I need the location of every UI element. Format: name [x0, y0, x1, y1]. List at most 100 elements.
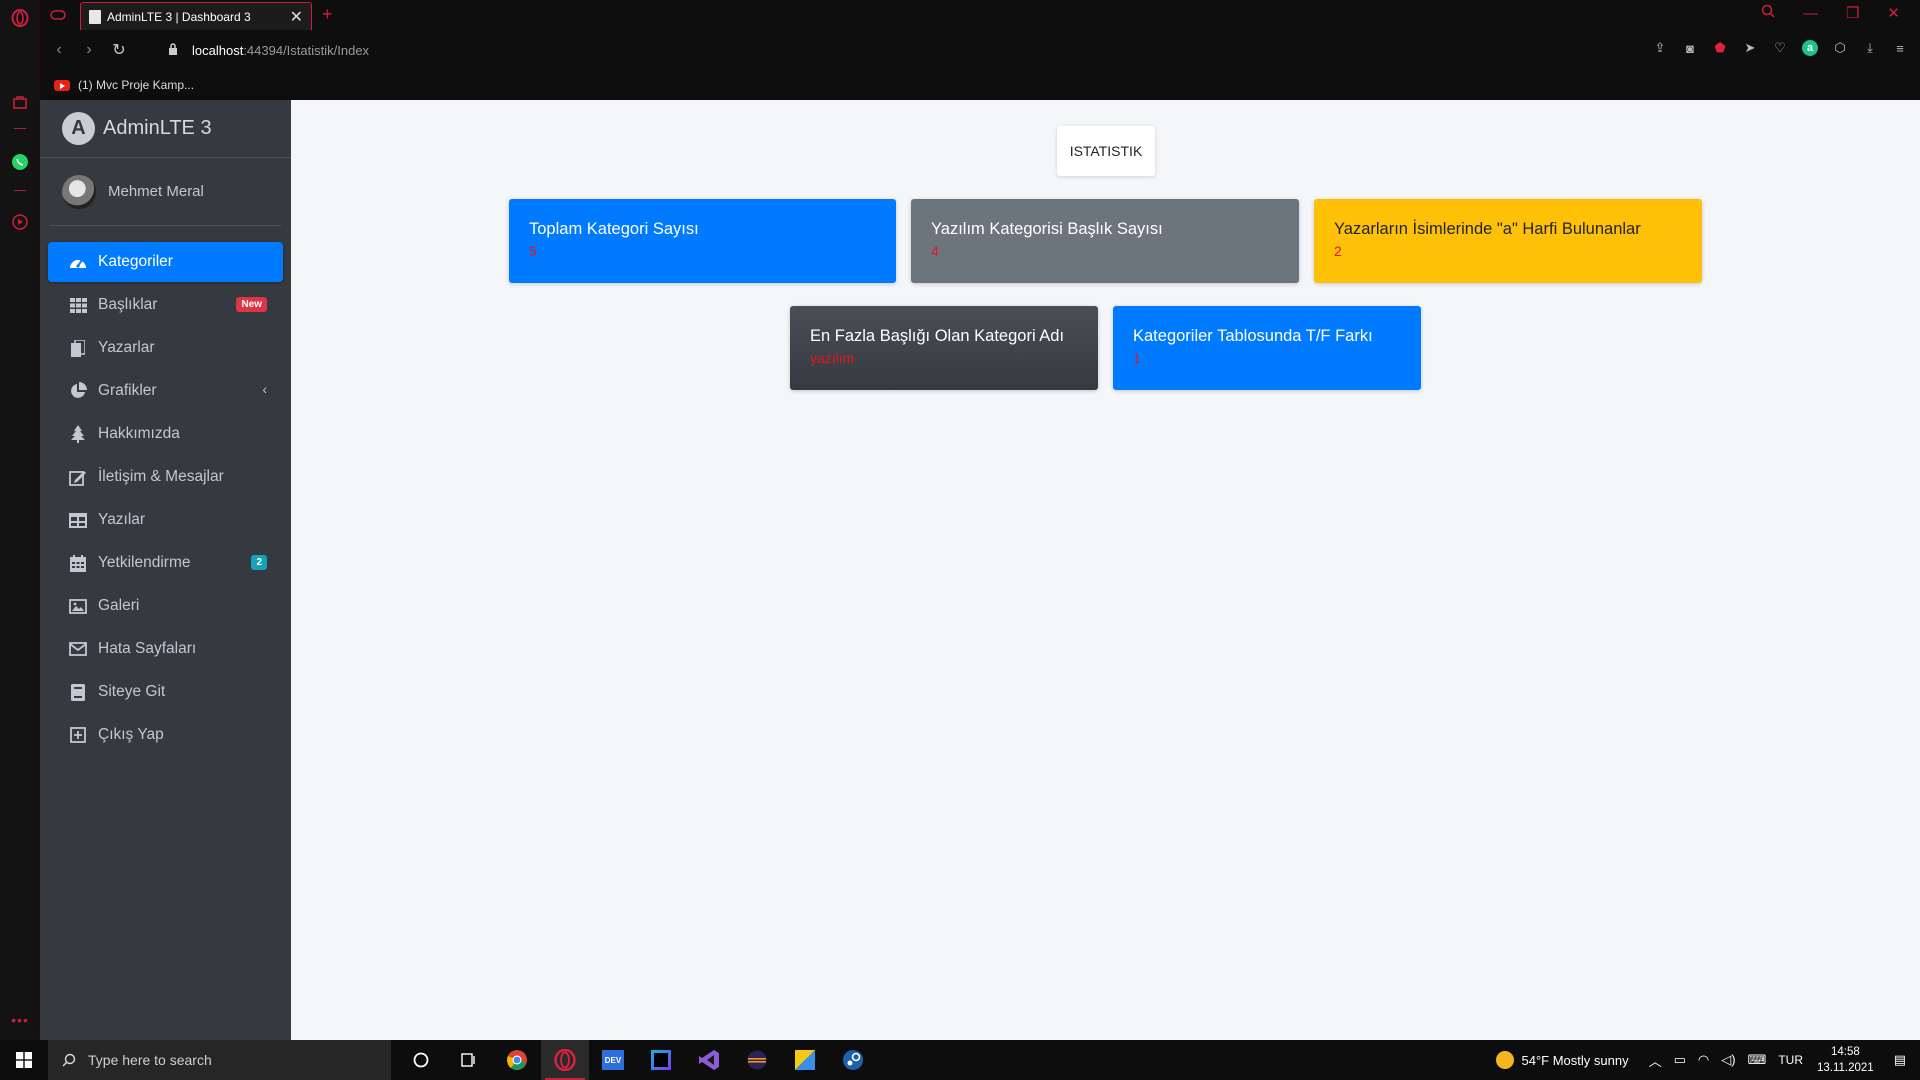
new-tab-button[interactable]: + — [322, 4, 333, 25]
forward-button[interactable]: › — [74, 41, 104, 59]
stat-value: 1 — [1133, 350, 1141, 366]
url-field[interactable]: localhost:44394/Istatistik/Index — [168, 43, 369, 58]
lock-icon — [168, 42, 178, 58]
notifications-icon[interactable]: ▤ — [1894, 1052, 1906, 1068]
gamepad-icon[interactable] — [50, 8, 66, 26]
main-sidebar: A AdminLTE 3 Mehmet Meral Kategoriler Ba… — [40, 100, 291, 1040]
shopping-bag-icon[interactable] — [8, 90, 32, 114]
search-icon — [62, 1053, 76, 1067]
sidebar-item-label: Galeri — [98, 597, 140, 614]
download-icon[interactable]: ⤓ — [1862, 40, 1878, 56]
back-button[interactable]: ‹ — [44, 41, 74, 59]
brand-link[interactable]: A AdminLTE 3 — [40, 100, 291, 158]
eclipse-icon[interactable] — [733, 1040, 781, 1080]
chevron-up-icon[interactable]: ︿ — [1649, 1051, 1662, 1070]
opera-sidebar: ••• — [0, 0, 40, 1040]
sidebar-item-hata-sayfalari[interactable]: Hata Sayfaları — [48, 629, 283, 669]
search-tabs-icon[interactable] — [1761, 4, 1775, 22]
opera-logo-icon[interactable] — [8, 6, 32, 30]
close-tab-icon[interactable]: ✕ — [290, 7, 303, 27]
new-badge: New — [236, 297, 267, 312]
page-favicon-icon — [89, 9, 101, 24]
player-icon[interactable] — [8, 210, 32, 234]
user-panel[interactable]: Mehmet Meral — [50, 158, 281, 226]
opera-taskbar-icon[interactable] — [541, 1040, 589, 1080]
steam-icon[interactable] — [829, 1040, 877, 1080]
close-window-button[interactable]: ✕ — [1887, 4, 1900, 22]
reload-button[interactable]: ↻ — [104, 40, 134, 60]
keyboard-icon[interactable]: ⌨ — [1748, 1052, 1767, 1068]
weather-widget[interactable]: 54°F Mostly sunny — [1495, 1051, 1629, 1069]
sidebar-item-label: Grafikler — [98, 382, 157, 399]
sidebar-item-label: Hata Sayfaları — [98, 640, 197, 657]
url-host: localhost — [192, 42, 244, 58]
restore-button[interactable]: ❐ — [1846, 4, 1859, 22]
sidebar-item-iletisim[interactable]: İletişim & Mesajlar — [48, 457, 283, 497]
sun-icon — [1495, 1051, 1514, 1069]
url-path: :44394/Istatistik/Index — [243, 42, 370, 58]
cube-icon[interactable]: ⬡ — [1832, 40, 1848, 56]
stat-box-kategori-sayisi: Toplam Kategori Sayısı 5 — [509, 199, 896, 283]
sidebar-item-cikis-yap[interactable]: Çıkış Yap — [48, 715, 283, 755]
browser-tab[interactable]: AdminLTE 3 | Dashboard 3 ✕ — [80, 2, 312, 30]
stat-title: Toplam Kategori Sayısı — [529, 220, 699, 238]
battery-icon[interactable]: ▭ — [1674, 1052, 1686, 1068]
stat-box-tf-farki: Kategoriler Tablosunda T/F Farkı 1 — [1113, 306, 1421, 390]
weather-text: 54°F Mostly sunny — [1521, 1052, 1629, 1068]
sidebar-item-yazarlar[interactable]: Yazarlar — [48, 328, 283, 368]
whatsapp-icon[interactable] — [8, 150, 32, 174]
stat-box-en-fazla-baslik: En Fazla Başlığı Olan Kategori Adı yazıl… — [790, 306, 1098, 390]
adminlte-logo-icon: A — [62, 112, 95, 145]
volume-icon[interactable]: ◁) — [1721, 1052, 1735, 1068]
sidebar-item-label: Çıkış Yap — [98, 726, 164, 743]
user-name: Mehmet Meral — [108, 183, 204, 200]
task-view-icon[interactable] — [445, 1040, 493, 1080]
camera-icon[interactable]: ◙ — [1682, 40, 1698, 56]
sidebar-item-kategoriler[interactable]: Kategoriler — [48, 242, 283, 282]
grid-icon — [68, 296, 88, 314]
heart-icon[interactable]: ♡ — [1772, 40, 1788, 56]
youtube-icon — [54, 79, 70, 91]
sidebar-item-label: Yazarlar — [98, 339, 155, 356]
more-icon[interactable]: ••• — [8, 1008, 32, 1032]
minimize-button[interactable]: — — [1803, 5, 1818, 22]
taskbar-search-box[interactable]: Type here to search — [48, 1040, 391, 1080]
language-indicator[interactable]: TUR — [1778, 1053, 1803, 1067]
share-icon[interactable]: ⇪ — [1652, 40, 1668, 56]
tab-bar: AdminLTE 3 | Dashboard 3 ✕ + — ❐ ✕ — [40, 0, 1920, 30]
sidebar-item-siteye-git[interactable]: Siteye Git — [48, 672, 283, 712]
stat-value: 4 — [931, 243, 939, 259]
sidebar-item-basliklar[interactable]: Başlıklar New — [48, 285, 283, 325]
bookmarks-bar: (1) Mvc Proje Kamp... — [40, 70, 1920, 100]
bookmark-item[interactable]: (1) Mvc Proje Kamp... — [78, 78, 194, 92]
sidebar-item-label: Yetkilendirme — [98, 554, 191, 571]
start-button[interactable] — [0, 1040, 48, 1080]
jetbrains-icon[interactable] — [637, 1040, 685, 1080]
menu-icon[interactable]: ≡ — [1892, 40, 1908, 56]
copy-icon — [68, 339, 88, 357]
stat-title: Kategoriler Tablosunda T/F Farkı — [1133, 327, 1373, 345]
sidebar-item-yazilar[interactable]: Yazılar — [48, 500, 283, 540]
wifi-icon[interactable]: ◠ — [1698, 1052, 1709, 1068]
cortana-icon[interactable] — [397, 1040, 445, 1080]
send-icon[interactable]: ➤ — [1742, 40, 1758, 56]
stat-box-yazilim-baslik-sayisi: Yazılım Kategorisi Başlık Sayısı 4 — [911, 199, 1299, 283]
chevron-left-icon[interactable]: ‹ — [262, 381, 267, 397]
adblock-shield-icon[interactable]: ⬟ — [1712, 40, 1728, 56]
chrome-icon[interactable] — [493, 1040, 541, 1080]
clock[interactable]: 14:58 13.11.2021 — [1817, 1044, 1874, 1076]
stat-title: Yazılım Kategorisi Başlık Sayısı — [931, 220, 1163, 238]
sidebar-item-yetkilendirme[interactable]: Yetkilendirme 2 — [48, 543, 283, 583]
windows-logo-icon — [16, 1052, 32, 1068]
sidebar-item-hakkimizda[interactable]: Hakkımızda — [48, 414, 283, 454]
dev-icon[interactable]: DEV — [589, 1040, 637, 1080]
sidebar-item-grafikler[interactable]: Grafikler ‹ — [48, 371, 283, 411]
extension-a-icon[interactable]: a — [1802, 40, 1818, 56]
calendar-icon — [68, 554, 88, 572]
visual-studio-icon[interactable] — [685, 1040, 733, 1080]
search-placeholder: Type here to search — [88, 1052, 212, 1068]
sidebar-item-galeri[interactable]: Galeri — [48, 586, 283, 626]
image-icon — [68, 597, 88, 615]
snipping-tool-icon[interactable] — [781, 1040, 829, 1080]
sidebar-item-label: Yazılar — [98, 511, 146, 528]
